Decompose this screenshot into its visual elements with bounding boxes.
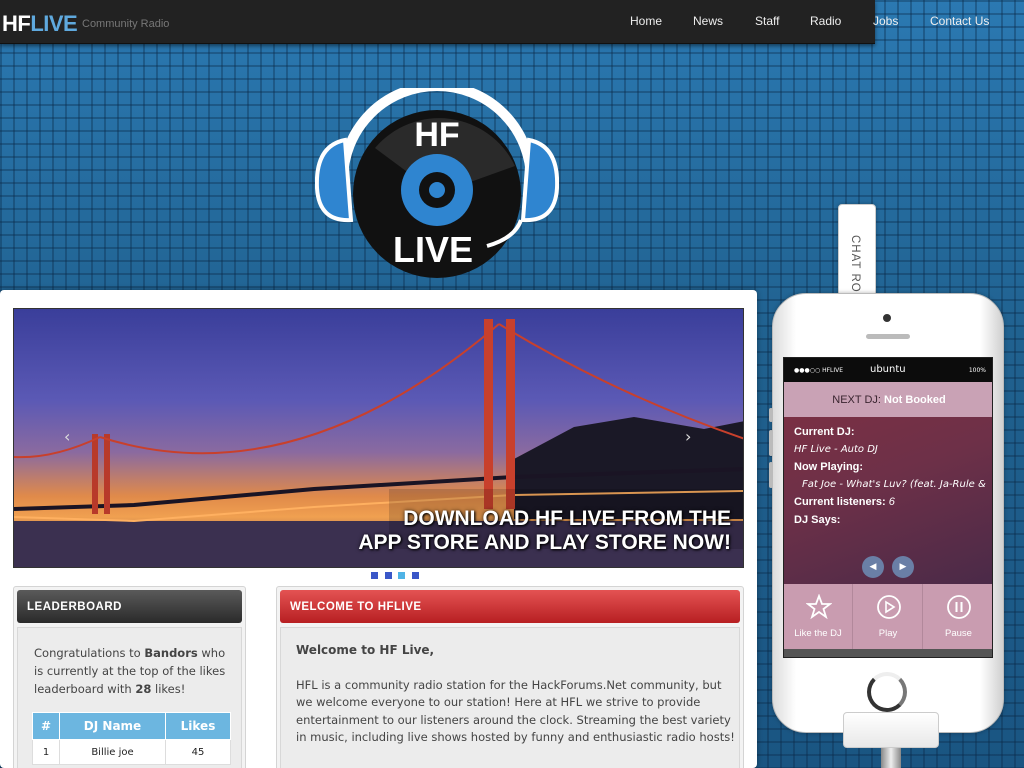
table-row: 1 Billie joe 45 — [32, 739, 231, 765]
leaderboard-table: # DJ Name Likes 1 Billie joe 45 — [32, 712, 231, 765]
volume-up-icon[interactable]: ▶ — [892, 556, 914, 578]
slide-caption-line1: DOWNLOAD HF LIVE FROM THE — [403, 507, 731, 530]
row-likes: 45 — [165, 739, 231, 765]
listeners-label: Current listeners: 6 — [794, 496, 895, 508]
leaderboard-box: LEADERBOARD Congratulations to Bandors w… — [13, 586, 246, 768]
image-slider[interactable]: DOWNLOAD HF LIVE FROM THE APP STORE AND … — [13, 308, 744, 568]
screen-bottom-bar — [784, 649, 992, 657]
logo-line1: HF — [414, 116, 459, 154]
next-dj-value: Not Booked — [884, 394, 946, 406]
slide-caption-line2: APP STORE AND PLAY STORE NOW! — [358, 531, 731, 554]
listeners-label-text: Current listeners: — [794, 496, 886, 508]
welcome-title: WELCOME TO HFLIVE — [280, 590, 740, 623]
next-dj-bar: NEXT DJ: Not Booked — [784, 382, 992, 417]
nav-news[interactable]: News — [693, 14, 723, 28]
now-playing-label: Now Playing: — [794, 461, 864, 473]
star-icon — [806, 594, 832, 620]
nav-jobs[interactable]: Jobs — [873, 14, 898, 28]
nav-home[interactable]: Home — [630, 14, 662, 28]
status-carrier: ●●●○○ HFLIVE — [794, 367, 844, 374]
charger-cable — [881, 748, 901, 768]
now-playing-panel: Current DJ: HF Live - Auto DJ Now Playin… — [784, 417, 992, 584]
next-dj-label: NEXT DJ: — [832, 394, 881, 406]
pause-button[interactable]: Pause — [924, 584, 992, 649]
welcome-heading: Welcome to HF Live, — [296, 643, 435, 657]
listeners-value: 6 — [888, 496, 895, 508]
nav-radio[interactable]: Radio — [810, 14, 841, 28]
slider-prev-arrow[interactable]: ‹ — [64, 427, 70, 446]
slider-dot-2[interactable] — [385, 572, 392, 579]
slider-dot-4[interactable] — [412, 572, 419, 579]
like-dj-label: Like the DJ — [794, 628, 842, 639]
nav-staff[interactable]: Staff — [755, 14, 779, 28]
phone-side-button — [769, 430, 773, 456]
lb-text-post: likes! — [151, 682, 186, 696]
dj-says-label: DJ Says: — [794, 514, 841, 526]
lb-text-pre: Congratulations to — [34, 646, 145, 660]
now-playing-value: Fat Joe - What's Luv? (feat. Ja-Rule & — [802, 479, 986, 490]
play-button[interactable]: Play — [854, 584, 923, 649]
welcome-body: Welcome to HF Live, HFL is a community r… — [280, 627, 740, 768]
play-label: Play — [878, 628, 898, 639]
welcome-paragraph: HFL is a community radio station for the… — [296, 677, 735, 745]
hf-live-headphone-logo: HF LIVE — [315, 88, 559, 278]
lb-winner: Bandors — [144, 646, 198, 660]
phone-side-button — [769, 462, 773, 488]
phone-camera — [883, 314, 891, 322]
leaderboard-text: Congratulations to Bandors who is curren… — [34, 644, 229, 698]
col-likes[interactable]: Likes — [165, 712, 231, 740]
welcome-box: WELCOME TO HFLIVE Welcome to HF Live, HF… — [276, 586, 744, 768]
leaderboard-title: LEADERBOARD — [17, 590, 242, 623]
radio-player-screen: ●●●○○ HFLIVE ubuntu 100% NEXT DJ: Not Bo… — [783, 357, 993, 658]
phone-status-bar: ●●●○○ HFLIVE ubuntu 100% — [784, 358, 992, 382]
phone-speaker — [866, 334, 910, 339]
table-header-row: # DJ Name Likes — [32, 712, 231, 740]
phone-charger — [843, 712, 939, 748]
col-rank[interactable]: # — [32, 712, 60, 740]
slider-next-arrow[interactable]: › — [685, 427, 691, 446]
pause-label: Pause — [945, 628, 972, 639]
current-dj-value: HF Live - Auto DJ — [794, 444, 878, 455]
like-dj-button[interactable]: Like the DJ — [784, 584, 853, 649]
status-ubuntu: ubuntu — [870, 364, 906, 375]
pause-icon — [947, 595, 971, 619]
slider-dot-1[interactable] — [371, 572, 378, 579]
player-actions: Like the DJ Play Pause — [784, 584, 992, 649]
phone-home-button[interactable] — [867, 672, 907, 712]
row-rank: 1 — [32, 739, 60, 765]
status-battery: 100% — [968, 367, 986, 374]
slider-dot-3[interactable] — [398, 572, 405, 579]
play-icon — [877, 595, 901, 619]
slide-caption: DOWNLOAD HF LIVE FROM THE APP STORE AND … — [358, 507, 731, 555]
phone-side-button — [769, 408, 773, 422]
col-dj-name[interactable]: DJ Name — [59, 712, 166, 740]
welcome-text: Welcome to HF Live, HFL is a community r… — [296, 642, 736, 747]
nav-contact-us[interactable]: Contact Us — [930, 14, 989, 28]
current-dj-label: Current DJ: — [794, 426, 855, 438]
lb-likes: 28 — [135, 682, 152, 696]
row-dj-name: Billie joe — [59, 739, 166, 765]
volume-down-icon[interactable]: ◀ — [862, 556, 884, 578]
logo-line2: LIVE — [393, 229, 473, 270]
main-nav: Home News Staff Radio Jobs Contact Us — [0, 14, 1024, 30]
